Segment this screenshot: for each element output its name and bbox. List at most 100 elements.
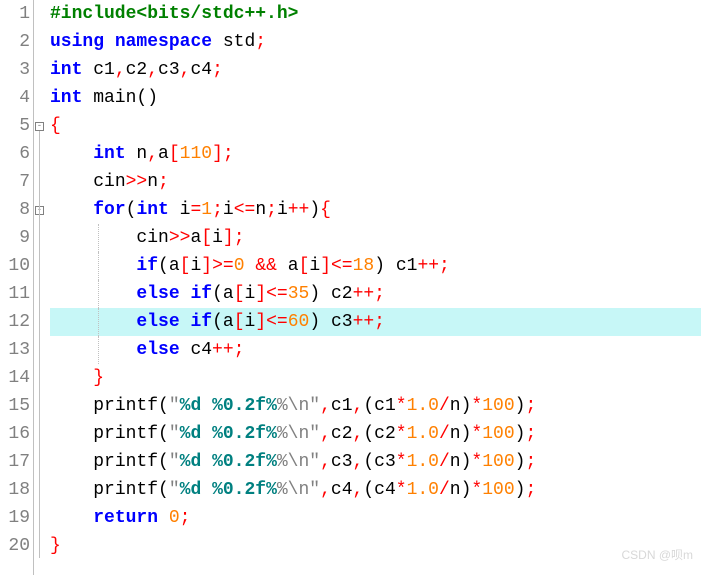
string: " (309, 396, 320, 416)
code-line[interactable]: } (50, 364, 701, 392)
keyword: if (136, 256, 158, 276)
identifier: i (223, 200, 234, 220)
line-number: 13 (0, 336, 30, 364)
operator: <= (266, 312, 288, 332)
identifier: n (255, 200, 266, 220)
code-line[interactable]: int main() (50, 84, 701, 112)
operator: ; (525, 424, 536, 444)
operator: ; (234, 340, 245, 360)
identifier: i (212, 228, 223, 248)
operator: / (439, 424, 450, 444)
number: 100 (482, 452, 514, 472)
number: 60 (288, 312, 310, 332)
code-line[interactable]: return 0; (50, 504, 701, 532)
operator: ] (212, 144, 223, 164)
string: " (169, 480, 180, 500)
operator: , (147, 60, 158, 80)
identifier: cin (136, 228, 168, 248)
operator: && (255, 256, 277, 276)
identifier: c4 (190, 60, 212, 80)
line-number: 2 (0, 28, 30, 56)
format: %0.2f% (212, 396, 277, 416)
code-line[interactable]: printf("%d %0.2f%%\n",c4,(c4*1.0/n)*100)… (50, 476, 701, 504)
code-line[interactable]: if(a[i]>=0 && a[i]<=18) c1++; (50, 252, 701, 280)
operator: <= (331, 256, 353, 276)
identifier: c2 (320, 284, 352, 304)
operator: , (147, 144, 158, 164)
operator: ; (374, 312, 385, 332)
code-line[interactable]: else if(a[i]<=35) c2++; (50, 280, 701, 308)
operator: ] (223, 228, 234, 248)
number: 18 (353, 256, 375, 276)
operator: >= (212, 256, 234, 276)
number: 0 (169, 508, 180, 528)
operator: , (115, 60, 126, 80)
keyword: else (136, 284, 179, 304)
identifier: c4 (374, 480, 396, 500)
identifier: n (450, 452, 461, 472)
identifier: cin (93, 172, 125, 192)
code-line-highlighted[interactable]: else if(a[i]<=60) c3++; (50, 308, 701, 336)
number: 1.0 (407, 480, 439, 500)
identifier: a (223, 312, 234, 332)
operator: , (353, 424, 364, 444)
operator: , (320, 452, 331, 472)
identifier: i (277, 200, 288, 220)
identifier: i (309, 256, 320, 276)
identifier: c3 (331, 452, 353, 472)
fold-guide-line (39, 131, 40, 558)
operator: / (439, 480, 450, 500)
number: 0 (234, 256, 245, 276)
operator: , (320, 424, 331, 444)
string: %\n (277, 424, 309, 444)
operator: , (353, 480, 364, 500)
code-line[interactable]: printf("%d %0.2f%%\n",c3,(c3*1.0/n)*100)… (50, 448, 701, 476)
operator: >> (169, 228, 191, 248)
string: " (169, 396, 180, 416)
code-line[interactable]: int n,a[110]; (50, 140, 701, 168)
code-line[interactable]: int c1,c2,c3,c4; (50, 56, 701, 84)
code-line[interactable]: using namespace std; (50, 28, 701, 56)
code-line[interactable]: for(int i=1;i<=n;i++){ (50, 196, 701, 224)
operator: ; (374, 284, 385, 304)
identifier: a (169, 256, 180, 276)
string: %\n (277, 480, 309, 500)
fold-toggle-icon[interactable]: - (35, 122, 44, 131)
operator: [ (299, 256, 310, 276)
string: " (169, 424, 180, 444)
identifier: n (147, 172, 158, 192)
identifier: std (212, 32, 255, 52)
operator: , (320, 480, 331, 500)
identifier: c1 (331, 396, 353, 416)
keyword: else (136, 312, 179, 332)
code-line[interactable]: { (50, 112, 701, 140)
identifier: c3 (320, 312, 352, 332)
operator: ; (180, 508, 191, 528)
code-line[interactable]: printf("%d %0.2f%%\n",c2,(c2*1.0/n)*100)… (50, 420, 701, 448)
code-area[interactable]: #include<bits/stdc++.h> using namespace … (48, 0, 701, 575)
code-line[interactable]: cin>>n; (50, 168, 701, 196)
keyword: return (93, 508, 158, 528)
keyword: for (93, 200, 125, 220)
line-number: 19 (0, 504, 30, 532)
code-line[interactable]: else c4++; (50, 336, 701, 364)
code-line[interactable]: #include<bits/stdc++.h> (50, 0, 701, 28)
code-line[interactable]: printf("%d %0.2f%%\n",c1,(c1*1.0/n)*100)… (50, 392, 701, 420)
number: 1.0 (407, 452, 439, 472)
format: %d (180, 480, 212, 500)
identifier: c1 (385, 256, 417, 276)
line-number: 8 (0, 196, 30, 224)
identifier: printf (93, 480, 158, 500)
identifier: n (450, 396, 461, 416)
fold-column: - - (34, 0, 48, 575)
operator: <= (266, 284, 288, 304)
operator: * (396, 396, 407, 416)
keyword: int (50, 60, 82, 80)
identifier: n (450, 424, 461, 444)
code-editor[interactable]: 1 2 3 4 5 6 7 8 9 10 11 12 13 14 15 16 1… (0, 0, 701, 575)
identifier: i (245, 312, 256, 332)
code-line[interactable]: } (50, 532, 701, 560)
code-line[interactable]: cin>>a[i]; (50, 224, 701, 252)
operator: * (396, 424, 407, 444)
line-number: 17 (0, 448, 30, 476)
